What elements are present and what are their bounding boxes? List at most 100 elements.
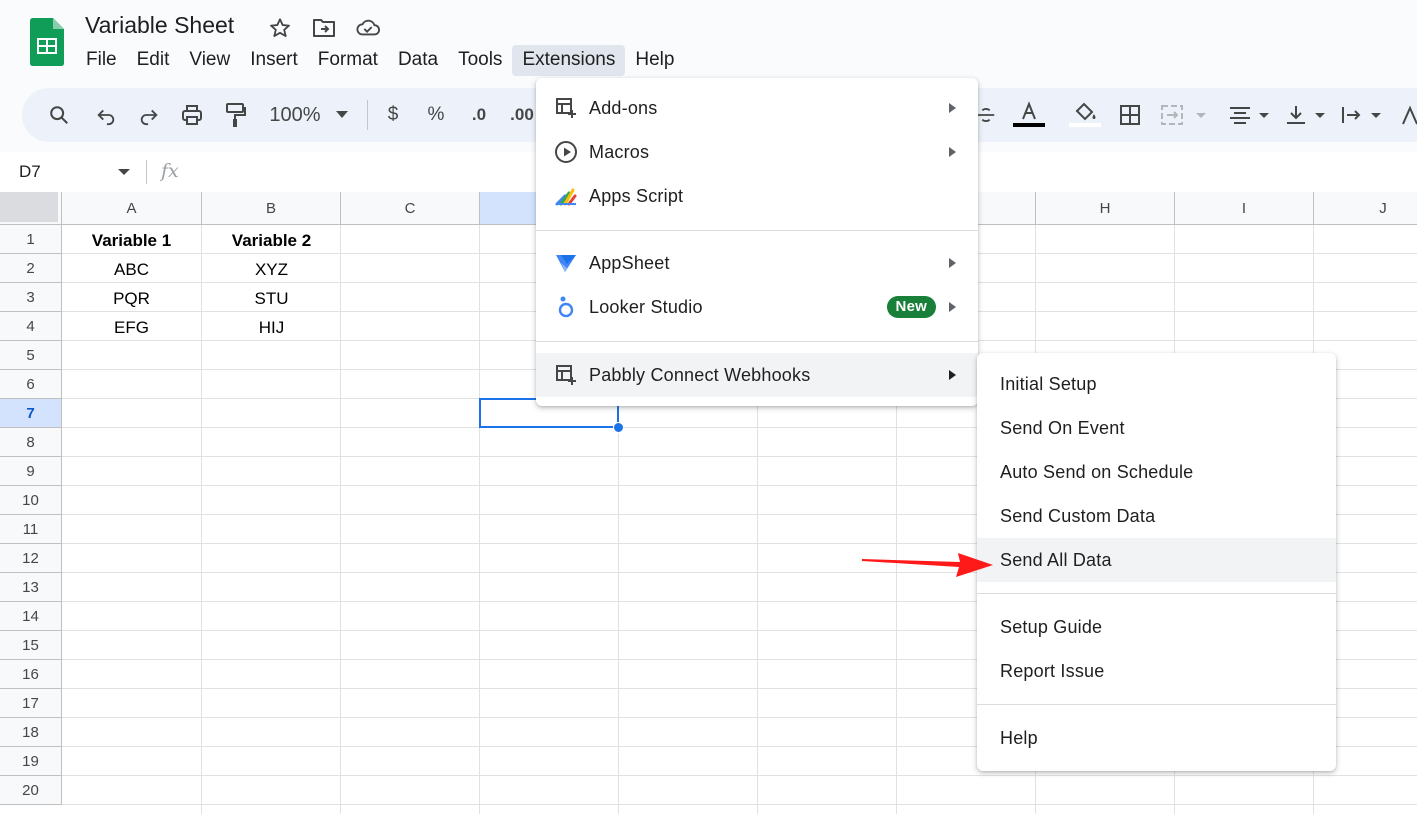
menubar: File Edit View Insert Format Data Tools …: [76, 45, 684, 76]
row-header-20[interactable]: 20: [0, 776, 62, 805]
menu-edit[interactable]: Edit: [127, 45, 180, 76]
menu-item-apps-script[interactable]: Apps Script: [536, 174, 978, 218]
redo-icon[interactable]: [136, 102, 162, 128]
menu-data[interactable]: Data: [388, 45, 448, 76]
name-box-caret-icon[interactable]: [118, 169, 130, 175]
looker-studio-icon: [554, 295, 578, 319]
sheets-logo-icon[interactable]: [30, 18, 64, 66]
column-header-j[interactable]: J: [1314, 192, 1417, 225]
text-rotation-icon[interactable]: [1398, 102, 1417, 128]
menu-insert[interactable]: Insert: [240, 45, 308, 76]
menu-item-macros[interactable]: Macros: [536, 130, 978, 174]
menu-item-send-on-event[interactable]: Send On Event: [977, 406, 1336, 450]
row-header-3[interactable]: 3: [0, 283, 62, 312]
row-header-18[interactable]: 18: [0, 718, 62, 747]
print-icon[interactable]: [179, 102, 205, 128]
decrease-decimal-button[interactable]: .0: [464, 102, 494, 128]
text-wrapping-icon[interactable]: [1340, 102, 1386, 128]
cell-a1[interactable]: Variable 1: [62, 226, 201, 255]
row-header-2[interactable]: 2: [0, 254, 62, 283]
extensions-menu: Add-ons Macros Apps Script AppSheet Look…: [536, 78, 978, 406]
row-header-15[interactable]: 15: [0, 631, 62, 660]
paint-format-icon[interactable]: [222, 102, 248, 128]
menu-item-label: Report Issue: [1000, 660, 1105, 681]
menu-item-appsheet[interactable]: AppSheet: [536, 241, 978, 285]
undo-icon[interactable]: [93, 102, 119, 128]
cloud-saved-icon[interactable]: [356, 16, 380, 40]
row-header-4[interactable]: 4: [0, 312, 62, 341]
menu-item-send-custom-data[interactable]: Send Custom Data: [977, 494, 1336, 538]
menu-file[interactable]: File: [76, 45, 127, 76]
menu-item-label: Send Custom Data: [1000, 505, 1156, 526]
cell-a3[interactable]: PQR: [62, 284, 201, 313]
fx-icon: fx: [161, 160, 179, 182]
cell-b3[interactable]: STU: [202, 284, 341, 313]
borders-icon[interactable]: [1118, 102, 1142, 128]
column-header-a[interactable]: A: [62, 192, 202, 225]
row-header-8[interactable]: 8: [0, 428, 62, 457]
menu-item-help[interactable]: Help: [977, 716, 1336, 760]
cell-b1[interactable]: Variable 2: [202, 226, 341, 255]
column-header-b[interactable]: B: [202, 192, 341, 225]
star-icon[interactable]: [268, 16, 292, 40]
text-color-icon[interactable]: [1012, 101, 1046, 128]
menu-tools[interactable]: Tools: [448, 45, 512, 76]
menu-item-pabbly-connect-webhooks[interactable]: Pabbly Connect Webhooks: [536, 353, 978, 397]
menu-item-label: Send All Data: [1000, 549, 1112, 570]
menu-item-looker-studio[interactable]: Looker Studio New: [536, 285, 978, 329]
row-header-10[interactable]: 10: [0, 486, 62, 515]
menu-item-report-issue[interactable]: Report Issue: [977, 649, 1336, 693]
column-header-h[interactable]: H: [1036, 192, 1175, 225]
horizontal-align-icon[interactable]: [1228, 102, 1274, 128]
merge-cells-icon[interactable]: [1160, 102, 1208, 128]
addons-icon: [554, 96, 578, 120]
menu-view[interactable]: View: [179, 45, 240, 76]
row-header-13[interactable]: 13: [0, 573, 62, 602]
row-header-19[interactable]: 19: [0, 747, 62, 776]
menu-format[interactable]: Format: [308, 45, 388, 76]
row-header-1[interactable]: 1: [0, 225, 62, 254]
menu-item-auto-send-on-schedule[interactable]: Auto Send on Schedule: [977, 450, 1336, 494]
row-header-6[interactable]: 6: [0, 370, 62, 399]
menu-extensions[interactable]: Extensions: [512, 45, 626, 76]
submenu-arrow-icon: [949, 147, 956, 157]
vertical-align-icon[interactable]: [1284, 102, 1330, 128]
menu-item-label: AppSheet: [589, 252, 670, 273]
fill-color-icon[interactable]: [1068, 102, 1102, 128]
row-header-11[interactable]: 11: [0, 515, 62, 544]
zoom-select[interactable]: 100%: [262, 102, 328, 128]
annotation-arrow-icon: [860, 548, 995, 583]
row-header-5[interactable]: 5: [0, 341, 62, 370]
search-menus-icon[interactable]: [46, 102, 72, 128]
zoom-caret-icon[interactable]: [334, 102, 350, 128]
select-all-corner[interactable]: [0, 192, 62, 225]
row-header-17[interactable]: 17: [0, 689, 62, 718]
menu-item-setup-guide[interactable]: Setup Guide: [977, 605, 1336, 649]
submenu-arrow-icon: [949, 258, 956, 268]
menu-item-send-all-data[interactable]: Send All Data: [977, 538, 1336, 582]
currency-format-button[interactable]: $: [382, 102, 404, 128]
row-header-16[interactable]: 16: [0, 660, 62, 689]
cell-b2[interactable]: XYZ: [202, 255, 341, 284]
play-circle-icon: [554, 140, 578, 164]
cell-a2[interactable]: ABC: [62, 255, 201, 284]
row-header-12[interactable]: 12: [0, 544, 62, 573]
cell-b4[interactable]: HIJ: [202, 313, 341, 342]
menu-item-add-ons[interactable]: Add-ons: [536, 86, 978, 130]
column-header-i[interactable]: I: [1175, 192, 1314, 225]
row-header-14[interactable]: 14: [0, 602, 62, 631]
row-header-7[interactable]: 7: [0, 399, 62, 428]
menu-item-initial-setup[interactable]: Initial Setup: [977, 362, 1336, 406]
move-folder-icon[interactable]: [312, 16, 336, 40]
percent-format-button[interactable]: %: [424, 102, 448, 128]
cell-a4[interactable]: EFG: [62, 313, 201, 342]
name-box[interactable]: D7: [19, 162, 41, 182]
menu-divider: [977, 593, 1336, 594]
column-header-c[interactable]: C: [341, 192, 480, 225]
fill-handle[interactable]: [613, 422, 624, 433]
document-title[interactable]: Variable Sheet: [85, 12, 234, 39]
new-badge: New: [886, 296, 936, 318]
increase-decimal-button[interactable]: .00: [507, 102, 537, 128]
menu-help[interactable]: Help: [625, 45, 684, 76]
row-header-9[interactable]: 9: [0, 457, 62, 486]
